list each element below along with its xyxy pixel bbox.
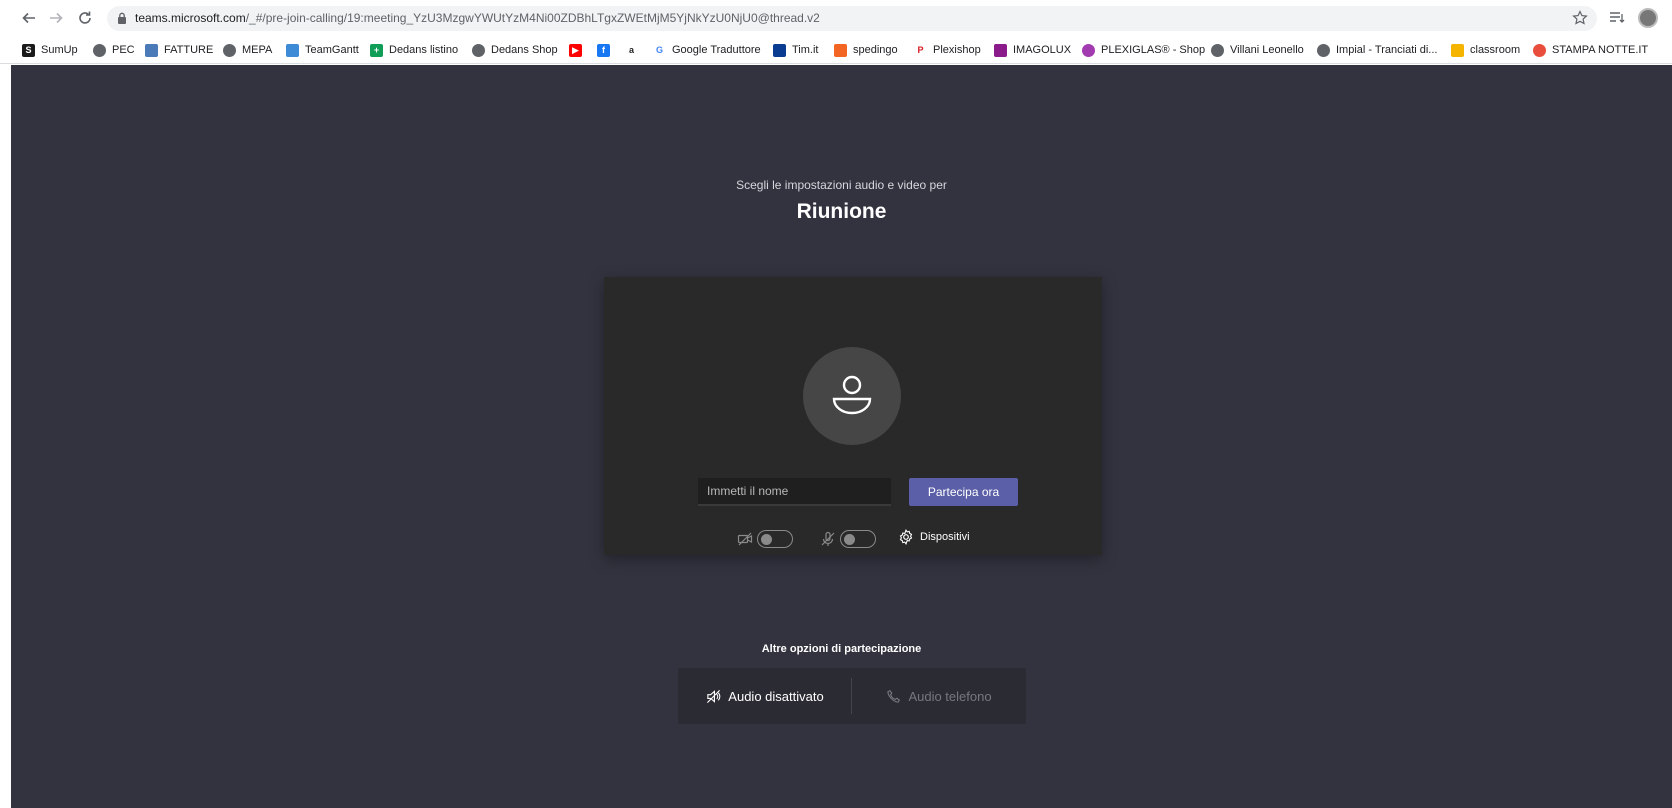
bookmark-tim[interactable]: Tim.it xyxy=(773,41,818,59)
av-controls: Dispositivi xyxy=(604,527,1102,549)
bookmark-spedingo[interactable]: spedingo xyxy=(834,41,898,59)
toggle-knob xyxy=(844,533,855,545)
bookmark-villani-leonello[interactable]: Villani Leonello xyxy=(1211,41,1304,59)
reading-list-icon[interactable] xyxy=(1609,11,1625,25)
bookmarks-bar: S SumUp PEC FATTURE MEPA TeamGantt + Dedan… xyxy=(0,36,1672,64)
invoice-icon xyxy=(145,43,158,57)
globe-icon xyxy=(223,43,236,57)
phone-audio-option[interactable]: Audio telefono xyxy=(852,668,1026,724)
bookmark-teamgantt[interactable]: TeamGantt xyxy=(286,41,359,59)
bookmark-plexiglas-shop[interactable]: PLEXIGLAS® - Shop xyxy=(1082,41,1205,59)
bookmark-dedans-listino[interactable]: + Dedans listino xyxy=(370,41,458,59)
address-bar[interactable]: teams.microsoft.com/_#/pre-join-calling/… xyxy=(107,6,1597,31)
globe-icon xyxy=(1317,43,1330,57)
audio-off-label: Audio disattivato xyxy=(728,688,824,704)
meeting-title: Riunione xyxy=(796,200,887,223)
avatar xyxy=(803,347,901,445)
audio-off-option[interactable]: Audio disattivato xyxy=(678,668,852,724)
phone-icon xyxy=(887,689,901,703)
prejoin-card: Partecipa ora Dispositivi xyxy=(604,277,1102,555)
video-toggle[interactable] xyxy=(757,530,793,548)
bookmark-mepa[interactable]: MEPA xyxy=(223,41,272,59)
devices-button[interactable]: Dispositivi xyxy=(898,529,970,545)
globe-icon xyxy=(1211,43,1224,57)
browser-toolbar: teams.microsoft.com/_#/pre-join-calling/… xyxy=(0,0,1672,36)
join-now-button[interactable]: Partecipa ora xyxy=(909,478,1018,506)
bookmark-plexishop[interactable]: P Plexishop xyxy=(914,41,981,59)
sumup-icon: S xyxy=(22,43,35,57)
bookmark-classroom[interactable]: classroom xyxy=(1451,41,1520,59)
bookmark-impial[interactable]: Impial - Tranciati di... xyxy=(1317,41,1437,59)
person-icon xyxy=(832,375,872,415)
bookmark-sumup[interactable]: S SumUp xyxy=(22,41,78,59)
prejoin-screen: Scegli le impostazioni audio e video per… xyxy=(11,65,1672,808)
url-text: teams.microsoft.com/_#/pre-join-calling/… xyxy=(135,11,820,25)
prejoin-subtitle: Scegli le impostazioni audio e video per xyxy=(736,178,947,192)
bookmark-stampa-notte[interactable]: STAMPA NOTTE.IT xyxy=(1533,41,1648,59)
mic-off-icon xyxy=(821,531,835,546)
youtube-icon: ▶ xyxy=(569,43,582,57)
phone-audio-label: Audio telefono xyxy=(908,688,992,704)
imagolux-icon xyxy=(994,43,1007,57)
speaker-off-icon xyxy=(707,689,721,703)
forward-arrow-icon[interactable] xyxy=(47,9,65,27)
globe-icon xyxy=(93,43,106,57)
bookmark-dedans-shop[interactable]: Dedans Shop xyxy=(472,41,558,59)
bookmark-amazon[interactable]: a xyxy=(625,41,644,59)
globe-icon xyxy=(472,43,485,57)
bookmark-google-traduttore[interactable]: G Google Traduttore xyxy=(653,41,761,59)
gear-icon xyxy=(899,529,913,545)
plexiglas-icon xyxy=(1082,43,1095,57)
bookmark-facebook[interactable]: f xyxy=(597,41,616,59)
bookmark-fatture[interactable]: FATTURE xyxy=(145,41,213,59)
mic-toggle[interactable] xyxy=(840,530,876,548)
reload-icon[interactable] xyxy=(76,9,94,27)
plexishop-icon: P xyxy=(914,43,927,57)
bookmark-youtube[interactable]: ▶ xyxy=(569,41,588,59)
sheets-icon: + xyxy=(370,43,383,57)
camera-off-icon xyxy=(737,532,753,546)
other-options-panel: Audio disattivato Audio telefono xyxy=(678,668,1026,724)
amazon-icon: a xyxy=(625,43,638,57)
stampanotte-icon xyxy=(1533,43,1546,57)
toggle-knob xyxy=(761,533,772,545)
other-options-title: Altre opzioni di partecipazione xyxy=(761,643,922,655)
facebook-icon: f xyxy=(597,43,610,57)
classroom-icon xyxy=(1451,43,1464,57)
google-icon: G xyxy=(653,43,666,57)
lock-icon[interactable] xyxy=(117,12,127,24)
bookmark-pec[interactable]: PEC xyxy=(93,41,135,59)
star-icon[interactable] xyxy=(1572,10,1588,26)
tim-icon xyxy=(773,43,786,57)
back-arrow-icon[interactable] xyxy=(20,9,38,27)
bookmark-imagolux[interactable]: IMAGOLUX xyxy=(994,41,1071,59)
devices-label: Dispositivi xyxy=(920,531,970,543)
teamgantt-icon xyxy=(286,43,299,57)
profile-avatar-icon[interactable] xyxy=(1638,8,1658,28)
name-input[interactable] xyxy=(698,478,891,506)
truck-icon xyxy=(834,43,847,57)
